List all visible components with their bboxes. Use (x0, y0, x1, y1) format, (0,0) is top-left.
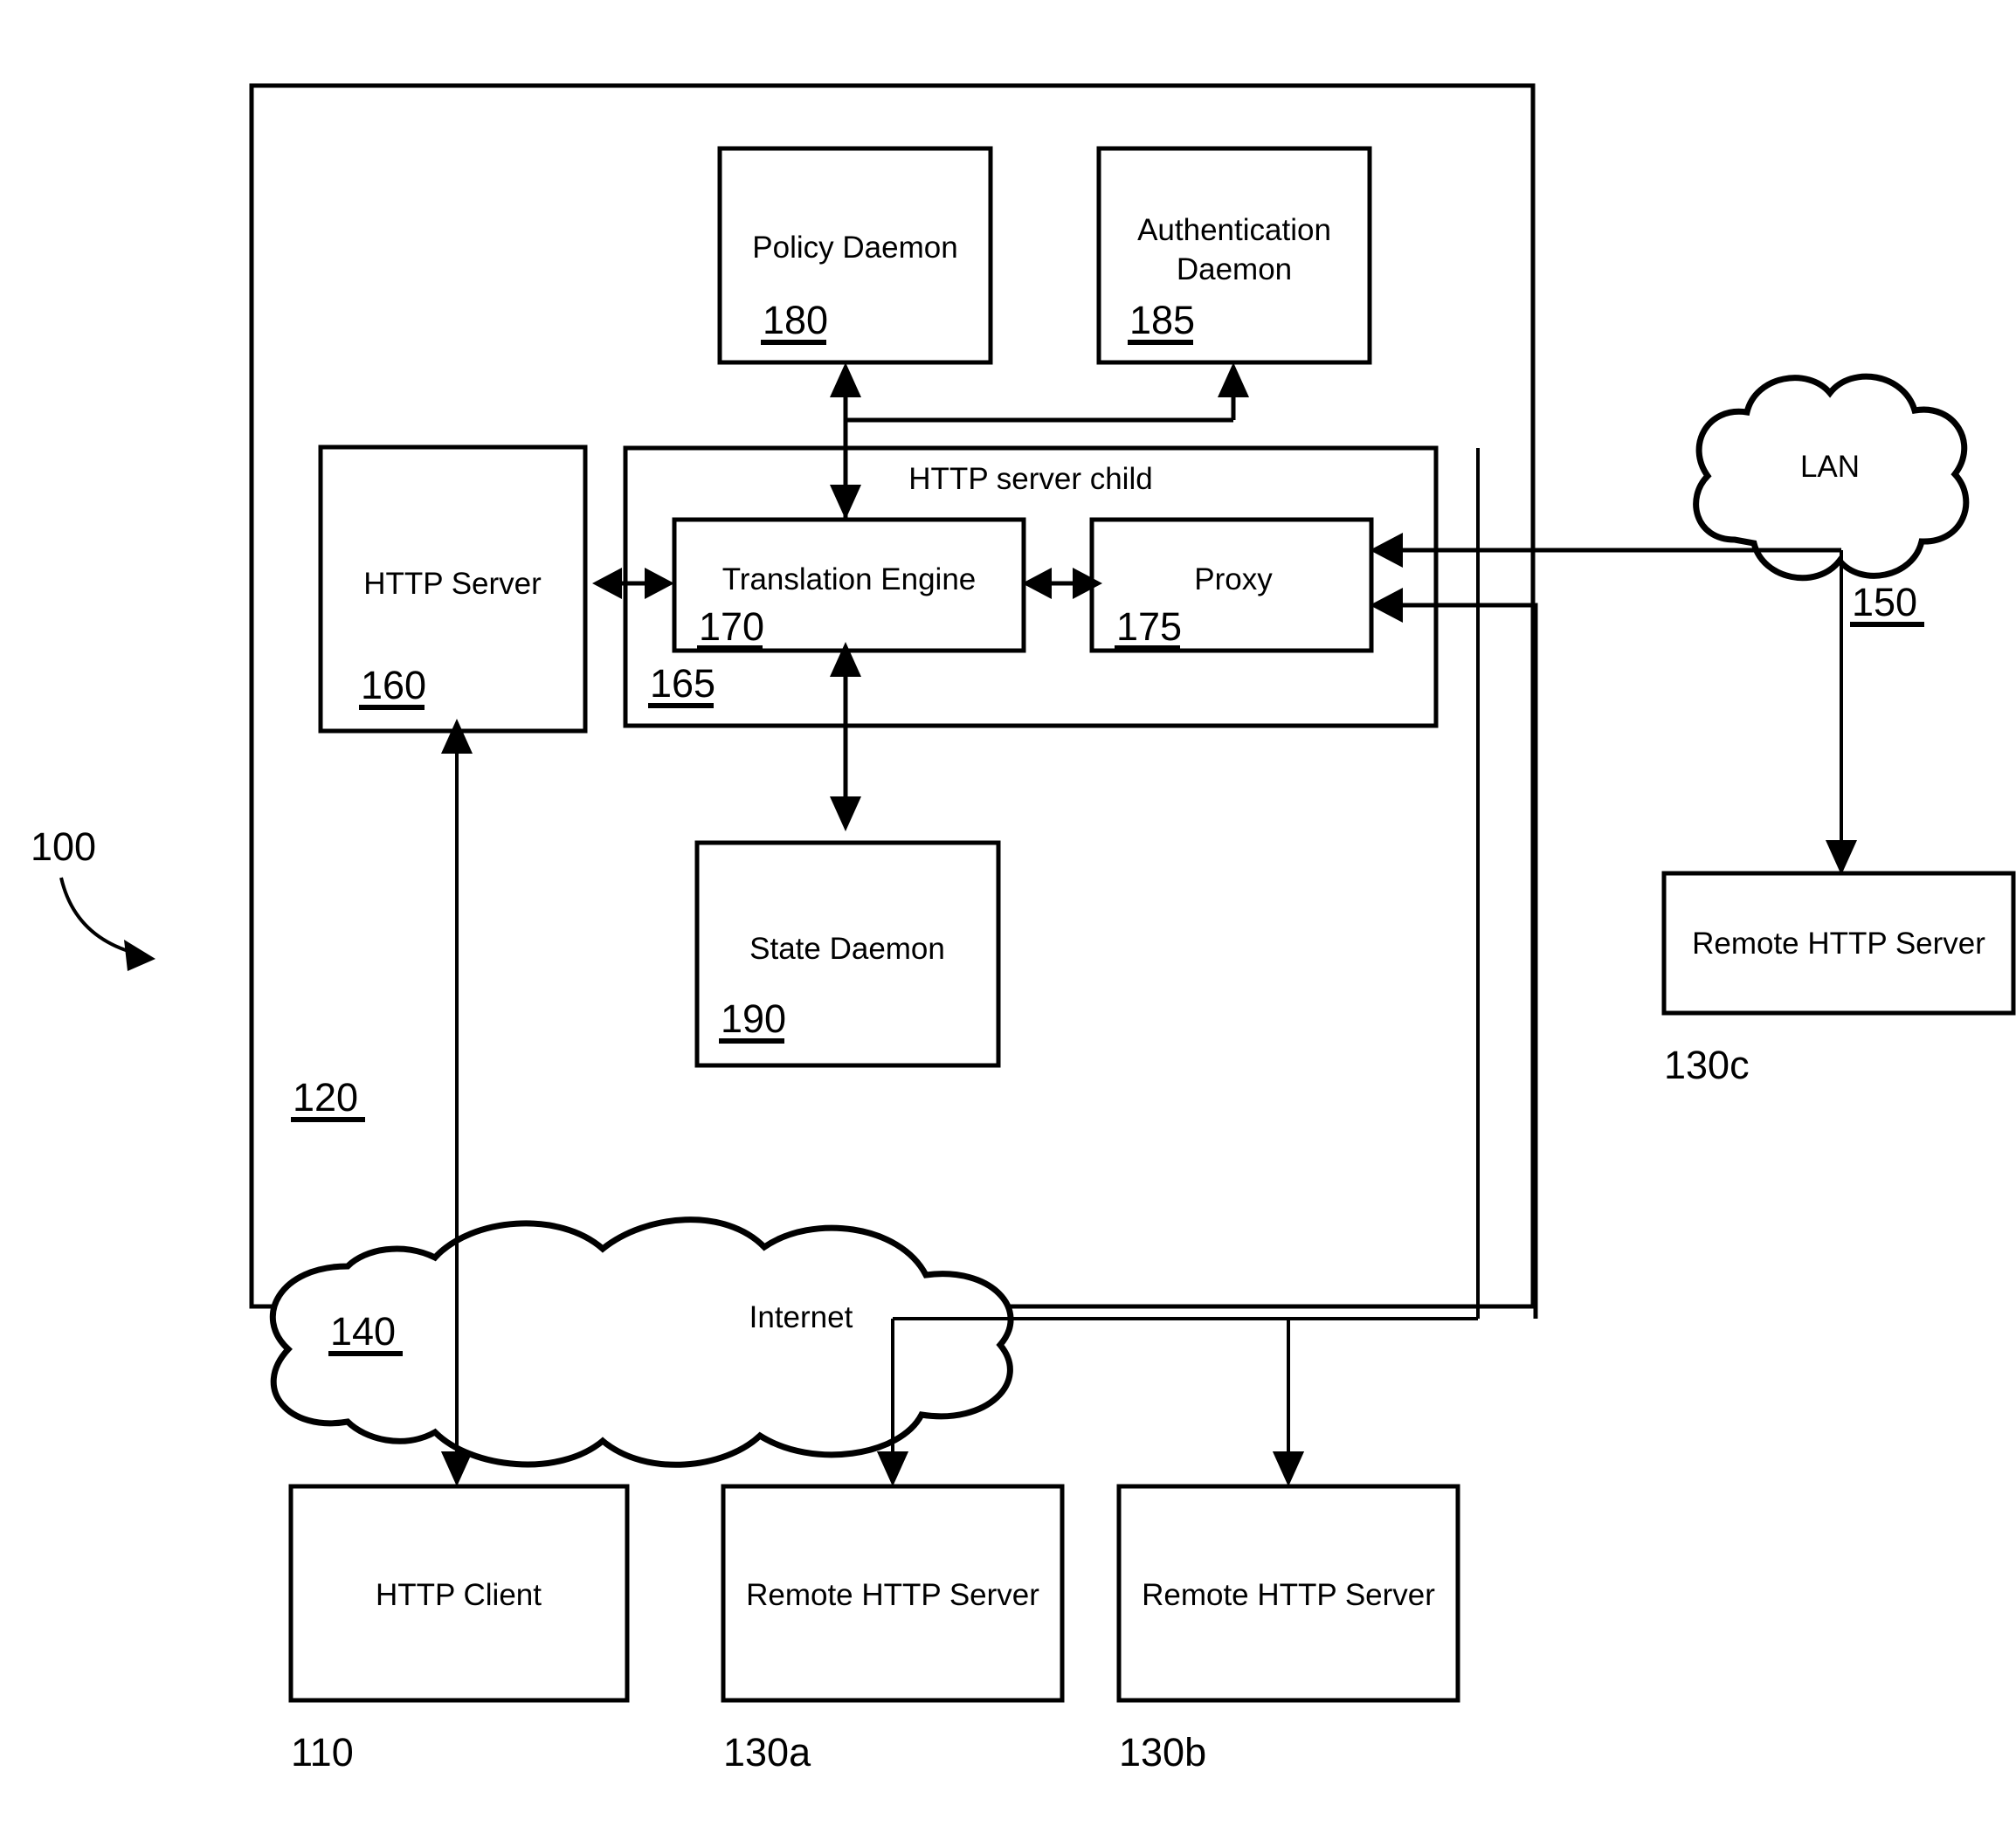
http-client-ref: 110 (291, 1730, 354, 1775)
box-remote-http-server-b: Remote HTTP Server 130b (1116, 1484, 1460, 1775)
state-daemon-label: State Daemon (749, 932, 945, 966)
box-http-client: HTTP Client 110 (288, 1484, 630, 1775)
state-daemon-ref: 190 (721, 996, 786, 1041)
connector-translation-statedaemon (830, 642, 861, 831)
box-authentication-daemon: Authentication Daemon 185 (1096, 146, 1372, 365)
connector-internet-proxy (1370, 588, 1538, 1319)
outer-container-120 (249, 83, 1536, 1309)
internet-ref: 140 (330, 1309, 396, 1354)
authentication-daemon-ref: 185 (1129, 298, 1195, 342)
proxy-label: Proxy (1194, 562, 1273, 596)
box-state-daemon: State Daemon 190 (694, 840, 1001, 1068)
patent-figure: Policy Daemon 180 Authentication Daemon … (0, 0, 2016, 1847)
box-translation-engine: Translation Engine 170 (672, 517, 1026, 653)
http-server-label: HTTP Server (363, 567, 542, 601)
http-client-label: HTTP Client (376, 1578, 542, 1612)
lan-label: LAN (1800, 450, 1860, 484)
translation-engine-label: Translation Engine (722, 562, 977, 596)
connector-translation-to-daemons (830, 362, 1249, 520)
policy-daemon-label: Policy Daemon (752, 231, 957, 265)
remote-http-server-c-ref: 130c (1664, 1043, 1750, 1087)
box-remote-http-server-c: Remote HTTP Server 130c (1661, 871, 2016, 1087)
connector-lan-overlay (1668, 548, 1843, 865)
diagram-canvas: Policy Daemon 180 Authentication Daemon … (31, 83, 2016, 1775)
http-server-child-ref: 165 (650, 661, 715, 706)
translation-engine-ref: 170 (699, 604, 764, 649)
lan-ref: 150 (1852, 580, 1917, 624)
box-http-server: HTTP Server 160 (318, 445, 588, 734)
system-ref-group: 100 (31, 824, 155, 971)
proxy-ref: 175 (1116, 604, 1182, 649)
http-server-child-label: HTTP server child (908, 462, 1152, 496)
system-ref: 100 (31, 824, 96, 869)
remote-http-server-a-label: Remote HTTP Server (746, 1578, 1039, 1612)
cloud-lan: LAN 150 (1693, 373, 1970, 627)
remote-http-server-b-ref: 130b (1119, 1730, 1206, 1775)
remote-http-server-b-label: Remote HTTP Server (1142, 1578, 1435, 1612)
remote-http-server-a-ref: 130a (723, 1730, 811, 1775)
policy-daemon-ref: 180 (763, 298, 828, 342)
outer-container-ref-group: 120 (291, 1075, 365, 1122)
box-remote-http-server-a: Remote HTTP Server 130a (721, 1484, 1065, 1775)
authentication-daemon-label-line2: Daemon (1177, 252, 1292, 286)
outer-container-ref: 120 (293, 1075, 358, 1120)
box-proxy: Proxy 175 (1089, 517, 1374, 653)
box-policy-daemon: Policy Daemon 180 (717, 146, 993, 365)
internet-label: Internet (749, 1300, 853, 1334)
http-server-ref: 160 (361, 663, 426, 707)
cloud-internet: Internet 140 (270, 1216, 1014, 1468)
authentication-daemon-label-line1: Authentication (1137, 213, 1331, 247)
remote-http-server-c-label: Remote HTTP Server (1692, 927, 1985, 961)
connector-httpserver-translation (592, 568, 674, 599)
